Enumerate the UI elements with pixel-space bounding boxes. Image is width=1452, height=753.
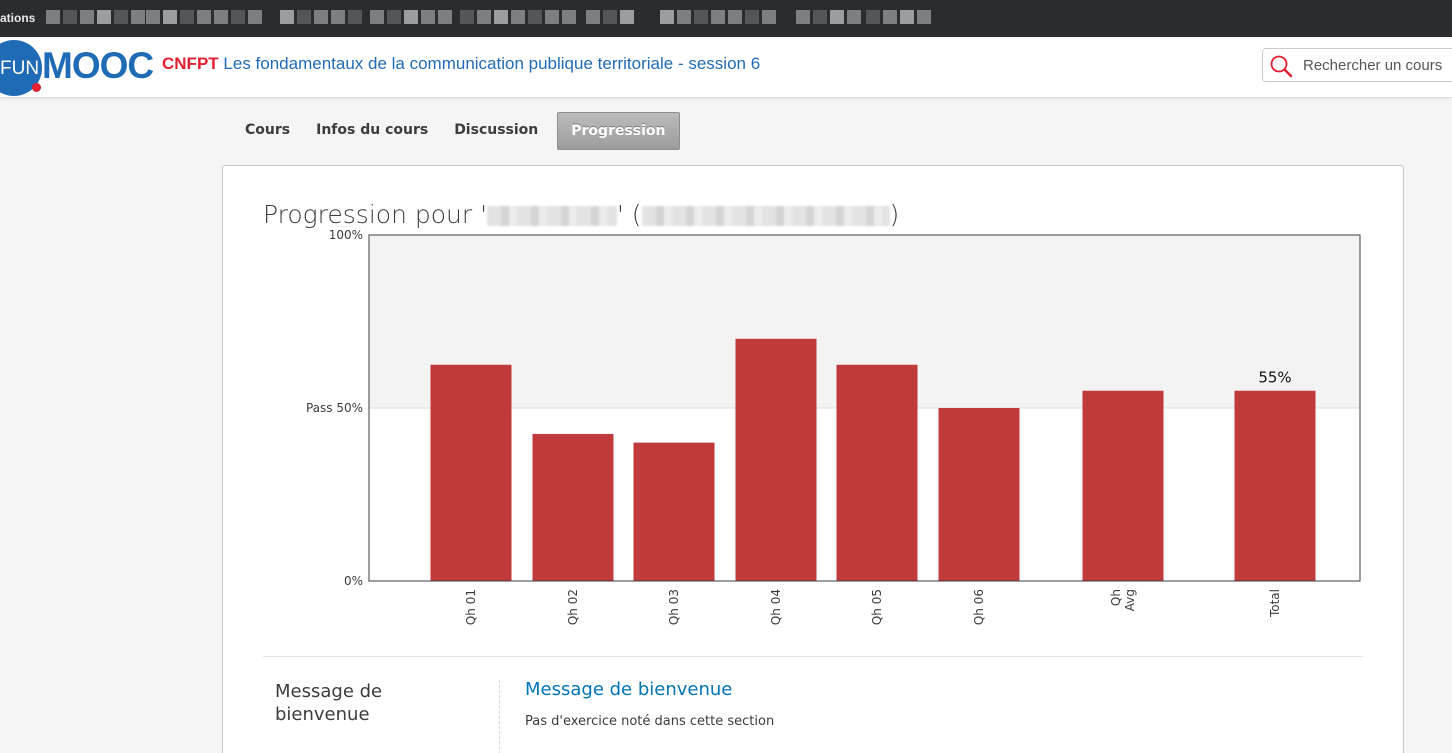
tab-discussion[interactable]: Discussion (441, 112, 551, 150)
x-tick-label-line: Qh 03 (667, 589, 681, 625)
x-tick-label-line: Qh 04 (769, 589, 783, 625)
data-label-total: 55% (1258, 369, 1291, 387)
bar-qh-06 (938, 408, 1020, 581)
bar-qh-04 (735, 338, 817, 581)
x-tick-label: Qh 05 (870, 589, 884, 625)
bookmark-item-blurred[interactable] (146, 8, 262, 26)
tab-progression[interactable]: Progression (557, 112, 680, 150)
x-tick-label: Qh 01 (464, 589, 478, 625)
course-org: CNFPT (162, 54, 219, 73)
x-tick-label-line: Qh 05 (870, 589, 884, 625)
course-tabs: Cours Infos du cours Discussion Progress… (232, 112, 680, 150)
y-tick-label: Pass 50% (306, 401, 363, 415)
x-tick-label-line: Qh 02 (566, 589, 580, 625)
section-label: Message de bienvenue (275, 681, 383, 725)
x-tick-label: Qh 06 (972, 589, 986, 625)
y-tick-label: 100% (329, 228, 363, 242)
x-tick-label-line: Avg (1123, 589, 1137, 611)
logo-red-dot (32, 83, 41, 92)
progress-chart: 0% Pass 50% 100% Qh 01 Qh 02 Qh 03 Qh 04 Qh 05 Q… (306, 228, 1361, 625)
logo-mooc-text: MOOC (42, 45, 154, 86)
bar-qh-01 (430, 364, 512, 581)
bar-qh-03 (633, 442, 715, 581)
bookmark-item-blurred[interactable] (586, 8, 634, 26)
x-tick-label: Qh 03 (667, 589, 681, 625)
course-name: Les fondamentaux de la communication pub… (223, 54, 761, 73)
bookmark-item-blurred[interactable] (46, 8, 145, 26)
bookmark-item-blurred[interactable] (370, 8, 452, 26)
search-placeholder: Rechercher un cours (1303, 57, 1443, 74)
bookmark-item-blurred[interactable] (866, 8, 931, 26)
logo-fun-text: FUN (0, 58, 40, 79)
x-tick-label: Qh 04 (769, 589, 783, 625)
tab-infos-du-cours[interactable]: Infos du cours (303, 112, 441, 150)
bookmark-item-blurred[interactable] (460, 8, 576, 26)
section-link[interactable]: Message de bienvenue (525, 679, 732, 700)
y-tick-label: 0% (344, 574, 363, 588)
tab-cours[interactable]: Cours (232, 112, 303, 150)
site-header: FUN MOOC CNFPT Les fondamentaux de la co… (0, 37, 1452, 98)
search-icon[interactable] (1269, 54, 1293, 78)
x-tick-label-line: Total (1268, 589, 1282, 618)
progress-panel: Progression pour ' ' () 0% Pass 50% 100% Qh … (222, 165, 1404, 753)
section-divider (263, 656, 1363, 657)
bar-qh-05 (836, 364, 918, 581)
bookmark-item-blurred[interactable] (280, 8, 362, 26)
browser-bookmarks-bar: ations (0, 0, 1452, 37)
bar-total (1234, 390, 1316, 581)
x-tick-label: Qh Avg (1109, 589, 1137, 611)
section-separator (499, 680, 500, 753)
bar-qh-02 (532, 433, 614, 581)
bookmark-item-label[interactable]: ations (0, 11, 35, 25)
course-search-input[interactable]: Rechercher un cours (1262, 48, 1452, 82)
x-tick-label: Total (1268, 589, 1282, 618)
x-tick-label-line: Qh (1109, 589, 1123, 606)
bookmark-item-blurred[interactable] (660, 8, 776, 26)
course-title[interactable]: CNFPT Les fondamentaux de la communicati… (162, 54, 760, 74)
x-tick-label-line: Qh 06 (972, 589, 986, 625)
bookmark-item-blurred[interactable] (796, 8, 861, 26)
x-tick-label-line: Qh 01 (464, 589, 478, 625)
bar-qh-avg (1082, 390, 1164, 581)
section-note: Pas d'exercice noté dans cette section (525, 714, 775, 729)
x-tick-label: Qh 02 (566, 589, 580, 625)
